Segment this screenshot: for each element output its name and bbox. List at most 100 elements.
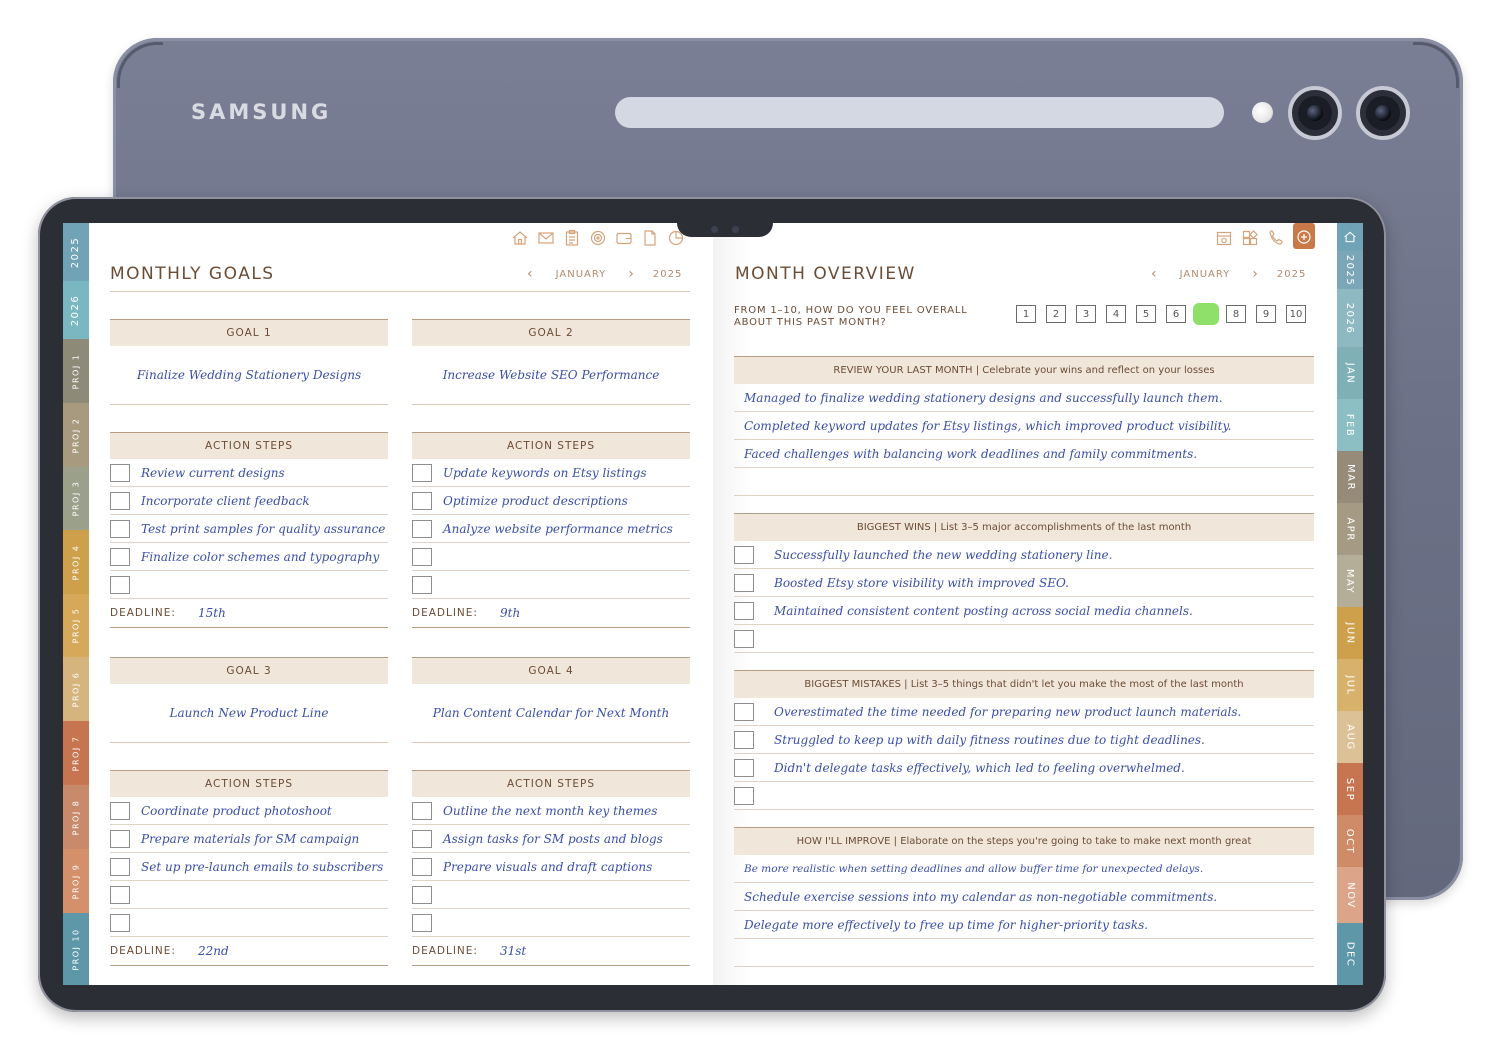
rating-option-10[interactable]: 10 [1286, 305, 1306, 323]
right-tab-nov[interactable]: NOV [1337, 867, 1363, 923]
mail-icon[interactable] [537, 229, 555, 247]
writing-line[interactable] [734, 468, 1314, 496]
item-text[interactable]: Overestimated the time needed for prepar… [774, 705, 1241, 719]
writing-line[interactable]: Completed keyword updates for Etsy listi… [734, 412, 1314, 440]
left-tab-2026[interactable]: 2026 [63, 281, 89, 339]
step-text[interactable]: Prepare visuals and draft captions [443, 860, 652, 874]
left-tab-proj-7[interactable]: PROJ 7 [63, 721, 89, 785]
left-tab-proj-8[interactable]: PROJ 8 [63, 785, 89, 849]
rating-option-8[interactable]: 8 [1226, 305, 1246, 323]
step-checkbox[interactable] [412, 829, 432, 848]
step-text[interactable]: Incorporate client feedback [141, 494, 310, 508]
deadline-value[interactable]: 31st [500, 944, 526, 958]
right-tab-feb[interactable]: FEB [1337, 399, 1363, 451]
goal-text[interactable]: Finalize Wedding Stationery Designs [110, 346, 388, 405]
item-checkbox[interactable] [734, 702, 754, 721]
item-text[interactable]: Successfully launched the new wedding st… [774, 548, 1112, 562]
item-checkbox[interactable] [734, 545, 754, 564]
step-checkbox[interactable] [412, 857, 432, 876]
step-checkbox[interactable] [412, 547, 432, 566]
rating-option-1[interactable]: 1 [1016, 305, 1036, 323]
writing-line[interactable]: Managed to finalize wedding stationery d… [734, 384, 1314, 412]
item-checkbox[interactable] [734, 601, 754, 620]
step-checkbox[interactable] [110, 829, 130, 848]
left-tab-proj-1[interactable]: PROJ 1 [63, 339, 89, 403]
goal-text[interactable]: Increase Website SEO Performance [412, 346, 690, 405]
rating-option-9[interactable]: 9 [1256, 305, 1276, 323]
writing-line[interactable] [734, 939, 1314, 967]
left-tab-proj-9[interactable]: PROJ 9 [63, 849, 89, 913]
right-tab-may[interactable]: MAY [1337, 555, 1363, 607]
prev-month-button[interactable]: ‹ [1143, 266, 1166, 282]
step-checkbox[interactable] [412, 913, 432, 932]
step-checkbox[interactable] [110, 463, 130, 482]
next-month-button[interactable]: › [620, 266, 643, 282]
item-checkbox[interactable] [734, 629, 754, 648]
item-text[interactable]: Struggled to keep up with daily fitness … [774, 733, 1205, 747]
step-checkbox[interactable] [110, 885, 130, 904]
step-checkbox[interactable] [110, 857, 130, 876]
right-tab-apr[interactable]: APR [1337, 503, 1363, 555]
rating-option-2[interactable]: 2 [1046, 305, 1066, 323]
step-text[interactable]: Set up pre-launch emails to subscribers [141, 860, 383, 874]
step-text[interactable]: Outline the next month key themes [443, 804, 657, 818]
right-tab-aug[interactable]: AUG [1337, 711, 1363, 763]
next-month-button[interactable]: › [1244, 266, 1267, 282]
calendar-clock-icon[interactable] [1215, 229, 1233, 247]
writing-line[interactable]: Delegate more effectively to free up tim… [734, 911, 1314, 939]
wallet-icon[interactable] [615, 229, 633, 247]
writing-line[interactable]: Schedule exercise sessions into my calen… [734, 883, 1314, 911]
step-checkbox[interactable] [110, 519, 130, 538]
right-tab-2026[interactable]: 2026 [1337, 289, 1363, 347]
step-checkbox[interactable] [412, 491, 432, 510]
step-checkbox[interactable] [110, 801, 130, 820]
item-checkbox[interactable] [734, 573, 754, 592]
clipboard-icon[interactable] [563, 229, 581, 247]
step-checkbox[interactable] [412, 801, 432, 820]
rating-option-6[interactable]: 6 [1166, 305, 1186, 323]
deadline-value[interactable]: 22nd [198, 944, 229, 958]
step-checkbox[interactable] [110, 913, 130, 932]
left-tab-proj-6[interactable]: PROJ 6 [63, 657, 89, 721]
notes-tab-icon[interactable] [1293, 223, 1315, 249]
step-text[interactable]: Assign tasks for SM posts and blogs [443, 832, 663, 846]
step-checkbox[interactable] [110, 575, 130, 594]
goal-text[interactable]: Launch New Product Line [110, 684, 388, 743]
rating-option-5[interactable]: 5 [1136, 305, 1156, 323]
step-text[interactable]: Coordinate product photoshoot [141, 804, 332, 818]
right-tab-2025[interactable]: 2025 [1337, 251, 1363, 289]
home-icon[interactable] [511, 229, 529, 247]
step-checkbox[interactable] [412, 463, 432, 482]
right-tab-jun[interactable]: JUN [1337, 607, 1363, 659]
left-tab-proj-5[interactable]: PROJ 5 [63, 594, 89, 657]
deadline-value[interactable]: 9th [500, 606, 520, 620]
right-tab-mar[interactable]: MAR [1337, 451, 1363, 503]
right-tab-jul[interactable]: JUL [1337, 659, 1363, 711]
step-text[interactable]: Test print samples for quality assurance [141, 522, 385, 536]
rating-option-7[interactable]: 7 [1193, 303, 1219, 325]
item-checkbox[interactable] [734, 786, 754, 805]
step-checkbox[interactable] [412, 575, 432, 594]
step-checkbox[interactable] [412, 519, 432, 538]
grid-icon[interactable] [1241, 229, 1259, 247]
step-text[interactable]: Optimize product descriptions [443, 494, 628, 508]
rating-option-4[interactable]: 4 [1106, 305, 1126, 323]
left-tab-proj-3[interactable]: PROJ 3 [63, 467, 89, 530]
step-checkbox[interactable] [412, 885, 432, 904]
right-tab-dec[interactable]: DEC [1337, 923, 1363, 985]
goal-text[interactable]: Plan Content Calendar for Next Month [412, 684, 690, 743]
left-tab-proj-2[interactable]: PROJ 2 [63, 403, 89, 467]
item-text[interactable]: Maintained consistent content posting ac… [774, 604, 1193, 618]
left-tab-2025[interactable]: 2025 [63, 223, 89, 281]
item-text[interactable]: Didn't delegate tasks effectively, which… [774, 761, 1185, 775]
item-checkbox[interactable] [734, 730, 754, 749]
target-icon[interactable] [589, 229, 607, 247]
left-tab-proj-4[interactable]: PROJ 4 [63, 530, 89, 594]
step-text[interactable]: Review current designs [141, 466, 285, 480]
deadline-value[interactable]: 15th [198, 606, 226, 620]
step-text[interactable]: Update keywords on Etsy listings [443, 466, 647, 480]
prev-month-button[interactable]: ‹ [519, 266, 542, 282]
phone-pen-icon[interactable] [1267, 229, 1285, 247]
step-text[interactable]: Analyze website performance metrics [443, 522, 673, 536]
right-tab-sep[interactable]: SEP [1337, 763, 1363, 815]
